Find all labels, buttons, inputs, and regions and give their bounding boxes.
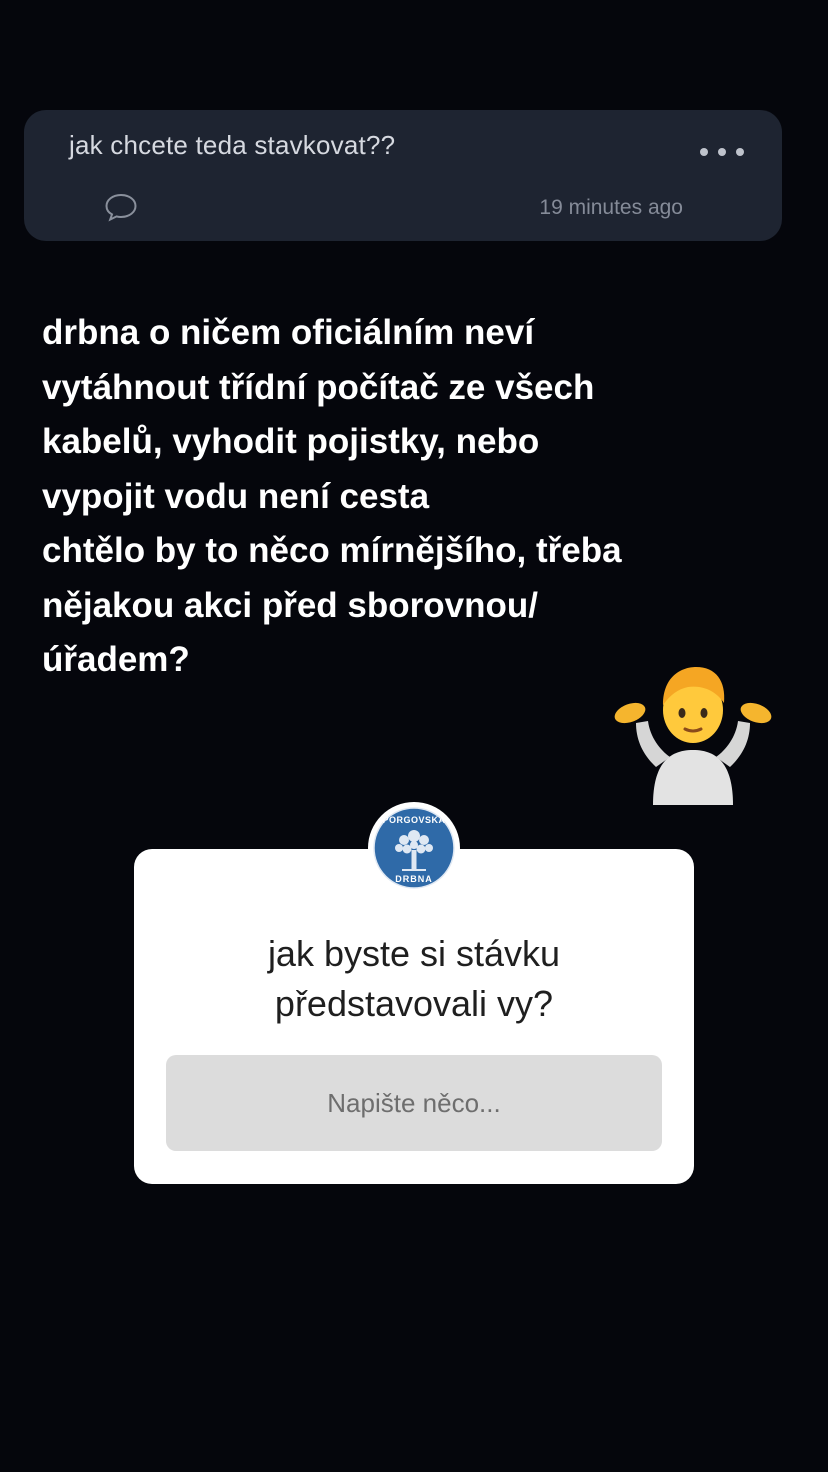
logo-text-bottom: DRBNA (395, 874, 433, 884)
post-card: jak chcete teda stavkovat?? 19 minutes a… (24, 110, 782, 241)
question-line: představovali vy? (274, 983, 554, 1024)
more-options-button[interactable] (700, 136, 744, 168)
question-text: jak byste si stávku představovali vy? (134, 929, 694, 1029)
logo-text-top: PORGOVSKÁ (382, 815, 445, 825)
question-line: jak byste si stávku (267, 933, 561, 974)
question-sticker: jak byste si stávku představovali vy? Na… (134, 849, 694, 1184)
story-text-line: kabelů, vyhodit pojistky, nebo (42, 422, 540, 461)
story-text-line: chtělo by to něco mírnějšího, třeba (42, 531, 622, 570)
post-question: jak chcete teda stavkovat?? (69, 130, 396, 160)
story-text-line: vypojit vodu není cesta (42, 476, 430, 516)
story-text-line: nějakou akci před sborovnou/ (42, 585, 538, 625)
story-text-line: drbna o ničem oficiálním neví (42, 313, 535, 352)
more-dots-icon (700, 148, 708, 156)
person-shrugging-emoji[interactable] (608, 655, 778, 805)
answer-input[interactable]: Napište něco... (166, 1055, 662, 1151)
story-text: drbna o ničem oficiálním neví vytáhnout … (42, 306, 802, 688)
avatar: PORGOVSKÁ DRBNA (368, 802, 460, 894)
story-text-line: vytáhnout třídní počítač ze všech (42, 367, 595, 407)
post-timestamp: 19 minutes ago (539, 196, 683, 219)
comment-bubble-icon[interactable] (104, 192, 138, 222)
porgovska-drbna-logo: PORGOVSKÁ DRBNA (373, 807, 455, 889)
